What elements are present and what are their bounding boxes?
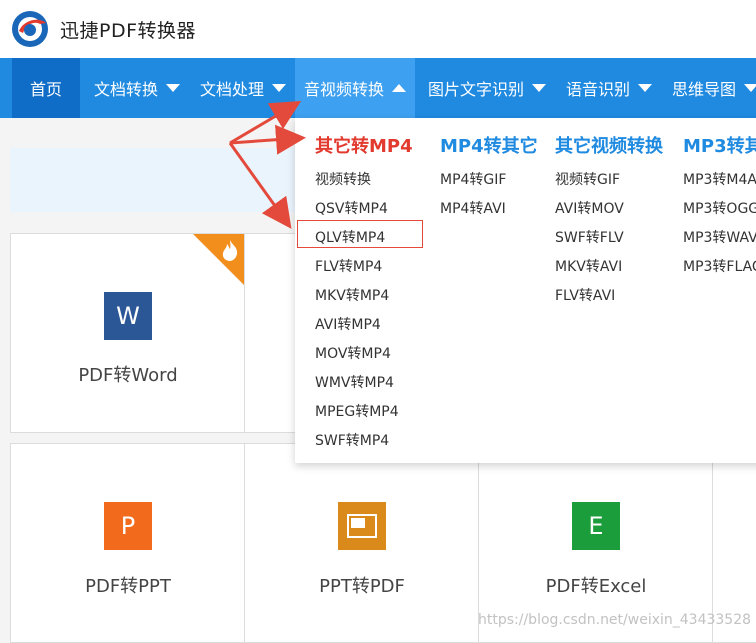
arrow-icon [228, 100, 306, 229]
annotation-arrows [228, 100, 306, 229]
watermark: https://blog.csdn.net/weixin_43433528 [478, 612, 752, 628]
